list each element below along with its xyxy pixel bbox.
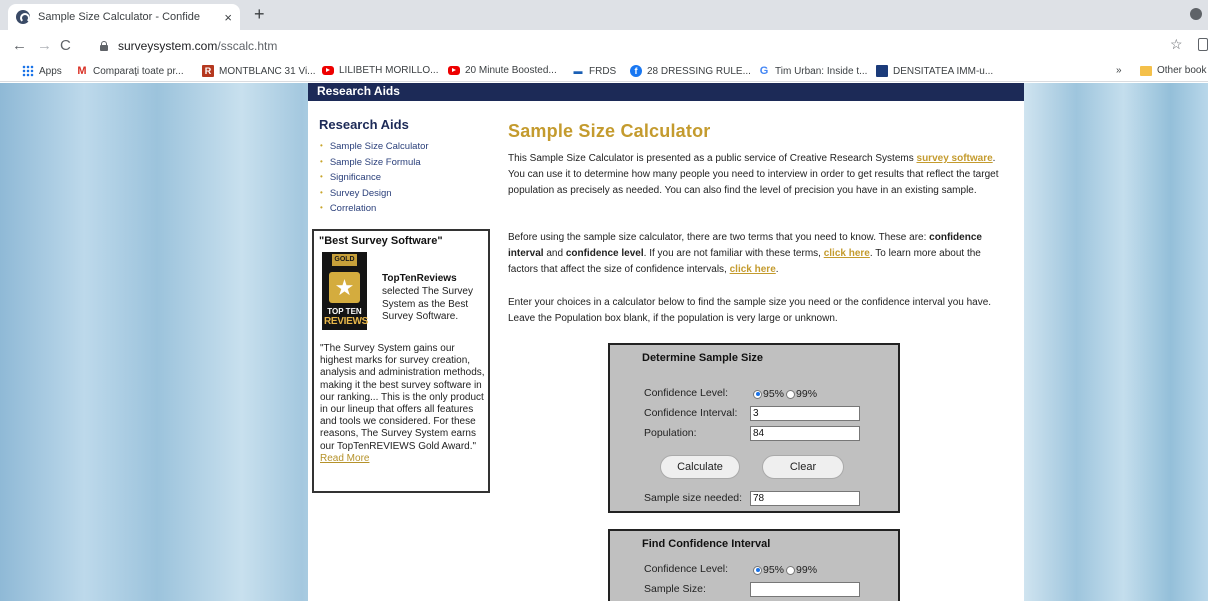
confidence-interval-input[interactable] — [750, 406, 860, 421]
award-box: "Best Survey Software" GOLD ★ TOP TEN RE… — [312, 229, 490, 493]
clear-button[interactable]: Clear — [762, 455, 844, 479]
bookmark-item[interactable]: f 28 DRESSING RULE... — [630, 65, 751, 77]
gmail-icon: M — [77, 65, 87, 77]
site-icon — [876, 65, 888, 77]
tab-strip: Sample Size Calculator - Confide × + — [0, 0, 1208, 30]
frds-icon: ▬ — [573, 66, 583, 76]
folder-icon — [1140, 65, 1152, 76]
apps-icon — [22, 65, 34, 77]
award-quote: "The Survey System gains our highest mar… — [320, 343, 485, 464]
survey-software-link[interactable]: survey software — [917, 153, 993, 164]
radio-99[interactable] — [786, 389, 796, 399]
research-aids-heading: Research Aids — [319, 117, 409, 132]
confidence-level-label: Confidence Level: — [644, 387, 729, 399]
radio-95-2[interactable] — [753, 565, 762, 575]
intro-paragraph: This Sample Size Calculator is presented… — [508, 153, 999, 196]
tab-active[interactable]: Sample Size Calculator - Confide × — [8, 4, 240, 30]
bookmarks-more-icon[interactable]: » — [1116, 65, 1122, 76]
browser-toolbar: ← → C surveysystem.com/sscalc.htm ☆ — [0, 30, 1208, 62]
find-confidence-interval-box: Find Confidence Interval Confidence Leve… — [608, 529, 900, 601]
population-label: Population: — [644, 427, 697, 439]
bookmark-item[interactable]: ▬ FRDS — [572, 65, 617, 77]
award-title: "Best Survey Software" — [319, 235, 443, 247]
sample-size-input[interactable] — [750, 582, 860, 597]
bookmark-item[interactable]: G Tim Urban: Inside t... — [758, 65, 868, 77]
profile-icon[interactable] — [1190, 8, 1202, 20]
youtube-icon — [322, 66, 334, 75]
sample-size-needed-output[interactable] — [750, 491, 860, 506]
determine-sample-size-box: Determine Sample Size Confidence Level: … — [608, 343, 900, 513]
confidence-level-radios: 95% 99% — [753, 388, 819, 400]
find-confidence-interval-title: Find Confidence Interval — [642, 538, 771, 550]
bookmarks-bar: Apps M Comparaţi toate pr... R MONTBLANC 3… — [0, 62, 1208, 82]
confidence-level-radios-2: 95% 99% — [753, 564, 819, 576]
sidebar-item-correlation[interactable]: Correlation — [320, 201, 429, 217]
award-brand: TopTenReviews — [382, 273, 457, 284]
confidence-level-label-2: Confidence Level: — [644, 563, 729, 575]
population-input[interactable] — [750, 426, 860, 441]
section-header-title: Research Aids — [317, 84, 400, 98]
bookmark-item[interactable]: DENSITATEA IMM-u... — [876, 65, 993, 77]
back-icon[interactable]: ← — [12, 36, 27, 56]
read-more-link[interactable]: Read More — [320, 453, 369, 464]
other-bookmarks[interactable]: Other book — [1140, 65, 1206, 76]
forward-icon[interactable]: → — [37, 36, 52, 56]
extension-icon[interactable] — [1198, 38, 1208, 51]
terms-paragraph: Before using the sample size calculator,… — [508, 232, 982, 275]
award-selected-text: selected The Survey System as the Best S… — [382, 286, 473, 323]
page-content: Research Aids Research Aids Sample Size … — [308, 83, 1024, 601]
click-here-link-factors[interactable]: click here — [730, 264, 776, 275]
facebook-icon: f — [630, 65, 642, 77]
page-background: Research Aids Research Aids Sample Size … — [0, 83, 1208, 601]
youtube-icon — [448, 66, 460, 75]
page-title: Sample Size Calculator — [508, 121, 711, 141]
bookmark-item[interactable]: LILIBETH MORILLO... — [322, 65, 438, 76]
research-aids-list: Sample Size Calculator Sample Size Formu… — [320, 139, 429, 217]
google-icon: G — [759, 65, 769, 77]
sample-size-label: Sample Size: — [644, 583, 706, 595]
toptenreviews-logo: GOLD ★ TOP TEN REVIEWS — [322, 252, 369, 330]
reload-icon[interactable]: C — [60, 36, 71, 56]
radio-99-2[interactable] — [786, 565, 796, 575]
sidebar-item-sample-size-formula[interactable]: Sample Size Formula — [320, 155, 429, 171]
sample-size-needed-label: Sample size needed: — [644, 492, 743, 504]
bookmark-item[interactable]: 20 Minute Boosted... — [448, 65, 557, 76]
calculate-button[interactable]: Calculate — [660, 455, 740, 479]
lock-icon[interactable] — [100, 41, 108, 51]
gold-badge: GOLD — [332, 254, 357, 266]
sidebar-item-sample-size-calculator[interactable]: Sample Size Calculator — [320, 139, 429, 155]
bookmark-star-icon[interactable]: ☆ — [1170, 37, 1183, 51]
confidence-interval-label: Confidence Interval: — [644, 407, 738, 419]
logo-reviews: REVIEWS — [324, 316, 369, 327]
bookmark-item[interactable]: R MONTBLANC 31 Vi... — [202, 65, 316, 77]
instructions-paragraph: Enter your choices in a calculator below… — [508, 297, 992, 324]
determine-sample-size-title: Determine Sample Size — [642, 352, 764, 364]
bookmark-apps[interactable]: Apps — [22, 65, 62, 77]
tab-title: Sample Size Calculator - Confide — [38, 11, 201, 23]
click-here-link-terms[interactable]: click here — [824, 248, 870, 259]
bookmark-item[interactable]: M Comparaţi toate pr... — [76, 65, 183, 77]
sidebar-item-significance[interactable]: Significance — [320, 170, 429, 186]
sidebar-item-survey-design[interactable]: Survey Design — [320, 186, 429, 202]
radio-95[interactable] — [753, 389, 762, 399]
address-bar[interactable]: surveysystem.com/sscalc.htm — [92, 34, 1152, 58]
url-text: surveysystem.com/sscalc.htm — [118, 39, 278, 53]
r-logo-icon: R — [202, 65, 214, 77]
section-header-bar: Research Aids — [308, 83, 1024, 101]
new-tab-icon[interactable]: + — [254, 5, 265, 23]
star-icon: ★ — [329, 272, 360, 303]
close-tab-icon[interactable]: × — [224, 11, 232, 24]
site-favicon-icon — [16, 10, 30, 24]
